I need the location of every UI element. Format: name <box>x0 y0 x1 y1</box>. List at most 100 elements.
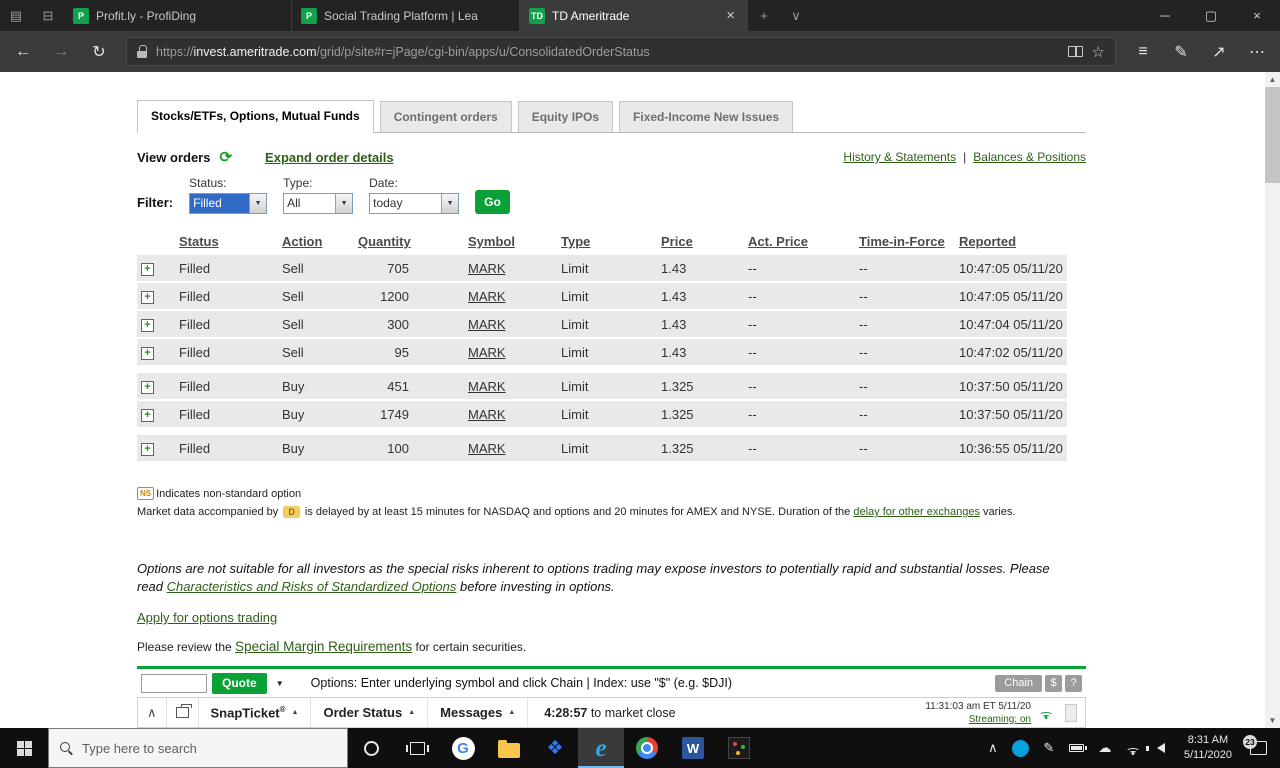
back-icon[interactable]: ← <box>4 31 42 72</box>
expand-order-details-link[interactable]: Expand order details <box>265 150 394 165</box>
taskbar-search-input[interactable]: Type here to search <box>48 728 348 768</box>
header-time-in-force[interactable]: Time-in-Force <box>859 234 945 249</box>
symbol-link[interactable]: MARK <box>468 261 506 276</box>
tab-list-chevron-icon[interactable]: ∨ <box>780 0 812 31</box>
share-icon[interactable]: ↗ <box>1200 31 1238 72</box>
chrome-icon[interactable] <box>624 728 670 768</box>
browser-tab-social-trading[interactable]: P Social Trading Platform | Lea <box>292 0 520 31</box>
history-statements-link[interactable]: History & Statements <box>843 150 956 164</box>
tab-contingent-orders[interactable]: Contingent orders <box>380 101 512 132</box>
tab-preview-icon[interactable]: ▤ <box>0 0 32 31</box>
order-status-button[interactable]: Order Status▲ <box>311 698 428 727</box>
refresh-icon[interactable]: ↻ <box>80 31 118 72</box>
refresh-orders-icon[interactable]: ⟳ <box>219 148 232 166</box>
chain-button[interactable]: Chain <box>995 675 1042 692</box>
quote-button[interactable]: Quote <box>212 673 267 694</box>
google-icon[interactable]: G <box>440 728 486 768</box>
set-tabs-aside-icon[interactable]: ⊟ <box>32 0 64 31</box>
header-status[interactable]: Status <box>179 234 219 249</box>
date-select[interactable]: today ▼ <box>369 193 459 214</box>
header-price[interactable]: Price <box>661 234 693 249</box>
status-select[interactable]: Filled ▼ <box>189 193 267 214</box>
collapse-toolbar-icon[interactable]: ∧ <box>138 698 167 727</box>
favorite-star-icon[interactable]: ☆ <box>1092 43 1105 61</box>
file-explorer-icon[interactable] <box>486 728 532 768</box>
symbol-link[interactable]: MARK <box>468 345 506 360</box>
close-tab-icon[interactable]: × <box>723 7 738 24</box>
tab-stocks-etfs-options[interactable]: Stocks/ETFs, Options, Mutual Funds <box>137 100 374 133</box>
special-margin-requirements-link[interactable]: Special Margin Requirements <box>235 639 412 654</box>
pen-icon[interactable]: ✎ <box>1035 728 1063 768</box>
popout-window-icon[interactable] <box>167 698 199 727</box>
header-action[interactable]: Action <box>282 234 322 249</box>
cortana-icon[interactable] <box>348 728 394 768</box>
hidden-icons-chevron-icon[interactable]: ∧ <box>979 728 1007 768</box>
skype-icon[interactable] <box>1007 728 1035 768</box>
forward-icon[interactable]: → <box>42 31 80 72</box>
start-button[interactable] <box>0 728 48 768</box>
go-button[interactable]: Go <box>475 190 510 214</box>
balances-positions-link[interactable]: Balances & Positions <box>973 150 1086 164</box>
browser-tab-td-ameritrade[interactable]: TD TD Ameritrade × <box>520 0 748 31</box>
taskbar-clock[interactable]: 8:31 AM 5/11/2020 <box>1175 733 1241 763</box>
task-view-icon[interactable] <box>394 728 440 768</box>
page-viewport: Stocks/ETFs, Options, Mutual Funds Conti… <box>0 72 1280 666</box>
chevron-up-icon: ▲ <box>408 709 415 716</box>
messages-button[interactable]: Messages▲ <box>428 698 528 727</box>
network-wifi-icon[interactable] <box>1119 728 1147 768</box>
snapticket-button[interactable]: SnapTicket®▲ <box>199 698 312 727</box>
apply-options-trading-link[interactable]: Apply for options trading <box>137 610 277 625</box>
symbol-link[interactable]: MARK <box>468 407 506 422</box>
scroll-up-icon[interactable]: ▲ <box>1265 72 1280 87</box>
action-center-icon[interactable]: 23 <box>1241 728 1275 768</box>
characteristics-risks-link[interactable]: Characteristics and Risks of Standardize… <box>167 579 457 594</box>
scroll-down-icon[interactable]: ▼ <box>1265 713 1280 728</box>
app-icon[interactable] <box>716 728 762 768</box>
expand-order-icon[interactable]: + <box>141 381 154 394</box>
scrollbar-thumb[interactable] <box>1265 87 1280 183</box>
expand-order-icon[interactable]: + <box>141 347 154 360</box>
symbol-link[interactable]: MARK <box>468 441 506 456</box>
symbol-link[interactable]: MARK <box>468 317 506 332</box>
streaming-toggle-link[interactable]: Streaming: on <box>969 713 1031 726</box>
symbol-input[interactable] <box>141 674 207 693</box>
hub-favorites-icon[interactable]: ≡ <box>1124 31 1162 72</box>
new-tab-icon[interactable]: + <box>748 0 780 31</box>
expand-order-icon[interactable]: + <box>141 443 154 456</box>
expand-order-icon[interactable]: + <box>141 263 154 276</box>
minimize-icon[interactable]: ─ <box>1142 0 1188 31</box>
order-cell: Limit <box>557 310 657 338</box>
annotate-pen-icon[interactable]: ✎ <box>1162 31 1200 72</box>
url-input[interactable]: https://invest.ameritrade.com/grid/p/sit… <box>126 37 1116 66</box>
onedrive-cloud-icon[interactable]: ☁ <box>1091 728 1119 768</box>
battery-icon[interactable] <box>1063 728 1091 768</box>
tab-equity-ipos[interactable]: Equity IPOs <box>518 101 613 132</box>
help-button[interactable]: ? <box>1065 675 1082 692</box>
expand-order-icon[interactable]: + <box>141 409 154 422</box>
vertical-scrollbar[interactable]: ▲ ▼ <box>1265 72 1280 728</box>
word-icon[interactable]: W <box>670 728 716 768</box>
dropbox-icon[interactable]: ❖ <box>532 728 578 768</box>
close-window-icon[interactable]: × <box>1234 0 1280 31</box>
dollar-button[interactable]: $ <box>1045 675 1062 692</box>
expand-order-icon[interactable]: + <box>141 319 154 332</box>
header-type[interactable]: Type <box>561 234 590 249</box>
symbol-link[interactable]: MARK <box>468 379 506 394</box>
header-reported[interactable]: Reported <box>959 234 1016 249</box>
quote-dropdown-icon[interactable]: ▼ <box>272 673 288 694</box>
volume-icon[interactable] <box>1147 728 1175 768</box>
tab-fixed-income[interactable]: Fixed-Income New Issues <box>619 101 793 132</box>
delay-exchanges-link[interactable]: delay for other exchanges <box>853 506 980 518</box>
header-symbol[interactable]: Symbol <box>468 234 515 249</box>
resize-grip[interactable] <box>1065 704 1077 722</box>
browser-tab-profitly[interactable]: P Profit.ly - ProfiDing <box>64 0 292 31</box>
type-select[interactable]: All ▼ <box>283 193 353 214</box>
restore-icon[interactable]: ▢ <box>1188 0 1234 31</box>
symbol-link[interactable]: MARK <box>468 289 506 304</box>
reading-view-icon[interactable] <box>1068 46 1083 57</box>
edge-icon[interactable]: e <box>578 728 624 768</box>
expand-order-icon[interactable]: + <box>141 291 154 304</box>
more-options-icon[interactable]: ⋯ <box>1238 31 1276 72</box>
header-act-price[interactable]: Act. Price <box>748 234 808 249</box>
header-quantity[interactable]: Quantity <box>358 234 411 249</box>
